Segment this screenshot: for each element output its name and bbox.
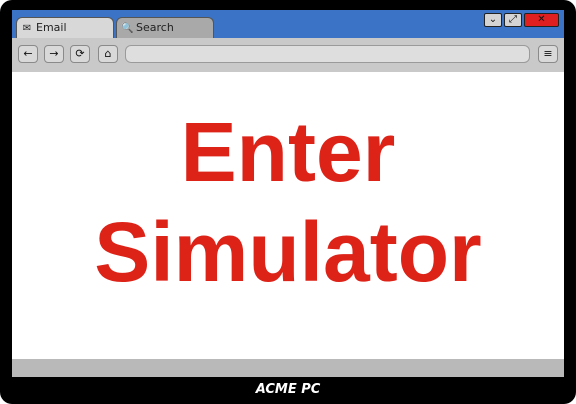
reload-button[interactable]: ⟳ (70, 45, 90, 63)
minimize-button[interactable]: ⌄ (484, 13, 502, 27)
home-button[interactable]: ⌂ (98, 45, 118, 63)
tab-search[interactable]: 🔍 Search (116, 17, 214, 38)
monitor-bezel: ✉ Email 🔍 Search ⌄ ⤢ ✕ ← → ⟳ ⌂ ≡ Enter Sim… (0, 0, 576, 404)
address-bar[interactable] (125, 45, 530, 63)
browser-toolbar: ← → ⟳ ⌂ ≡ (12, 38, 564, 72)
menu-button[interactable]: ≡ (538, 45, 558, 63)
forward-button[interactable]: → (44, 45, 64, 63)
maximize-button[interactable]: ⤢ (504, 13, 522, 27)
brand-label: ACME PC (255, 382, 321, 397)
page-content: Enter Simulator (12, 72, 564, 359)
headline-line-1: Enter (180, 105, 396, 199)
back-button[interactable]: ← (18, 45, 38, 63)
envelope-icon: ✉ (22, 23, 32, 34)
headline-line-2: Simulator (94, 205, 482, 299)
tab-label: Email (36, 21, 67, 34)
close-button[interactable]: ✕ (524, 13, 559, 27)
status-bar (12, 359, 564, 377)
tab-label: Search (136, 21, 174, 34)
tab-email[interactable]: ✉ Email (16, 17, 114, 38)
search-icon: 🔍 (121, 23, 134, 34)
title-bar: ✉ Email 🔍 Search ⌄ ⤢ ✕ (12, 10, 564, 38)
browser-window: ✉ Email 🔍 Search ⌄ ⤢ ✕ ← → ⟳ ⌂ ≡ Enter Sim… (12, 10, 564, 377)
enter-simulator-link[interactable]: Enter Simulator (12, 102, 564, 302)
